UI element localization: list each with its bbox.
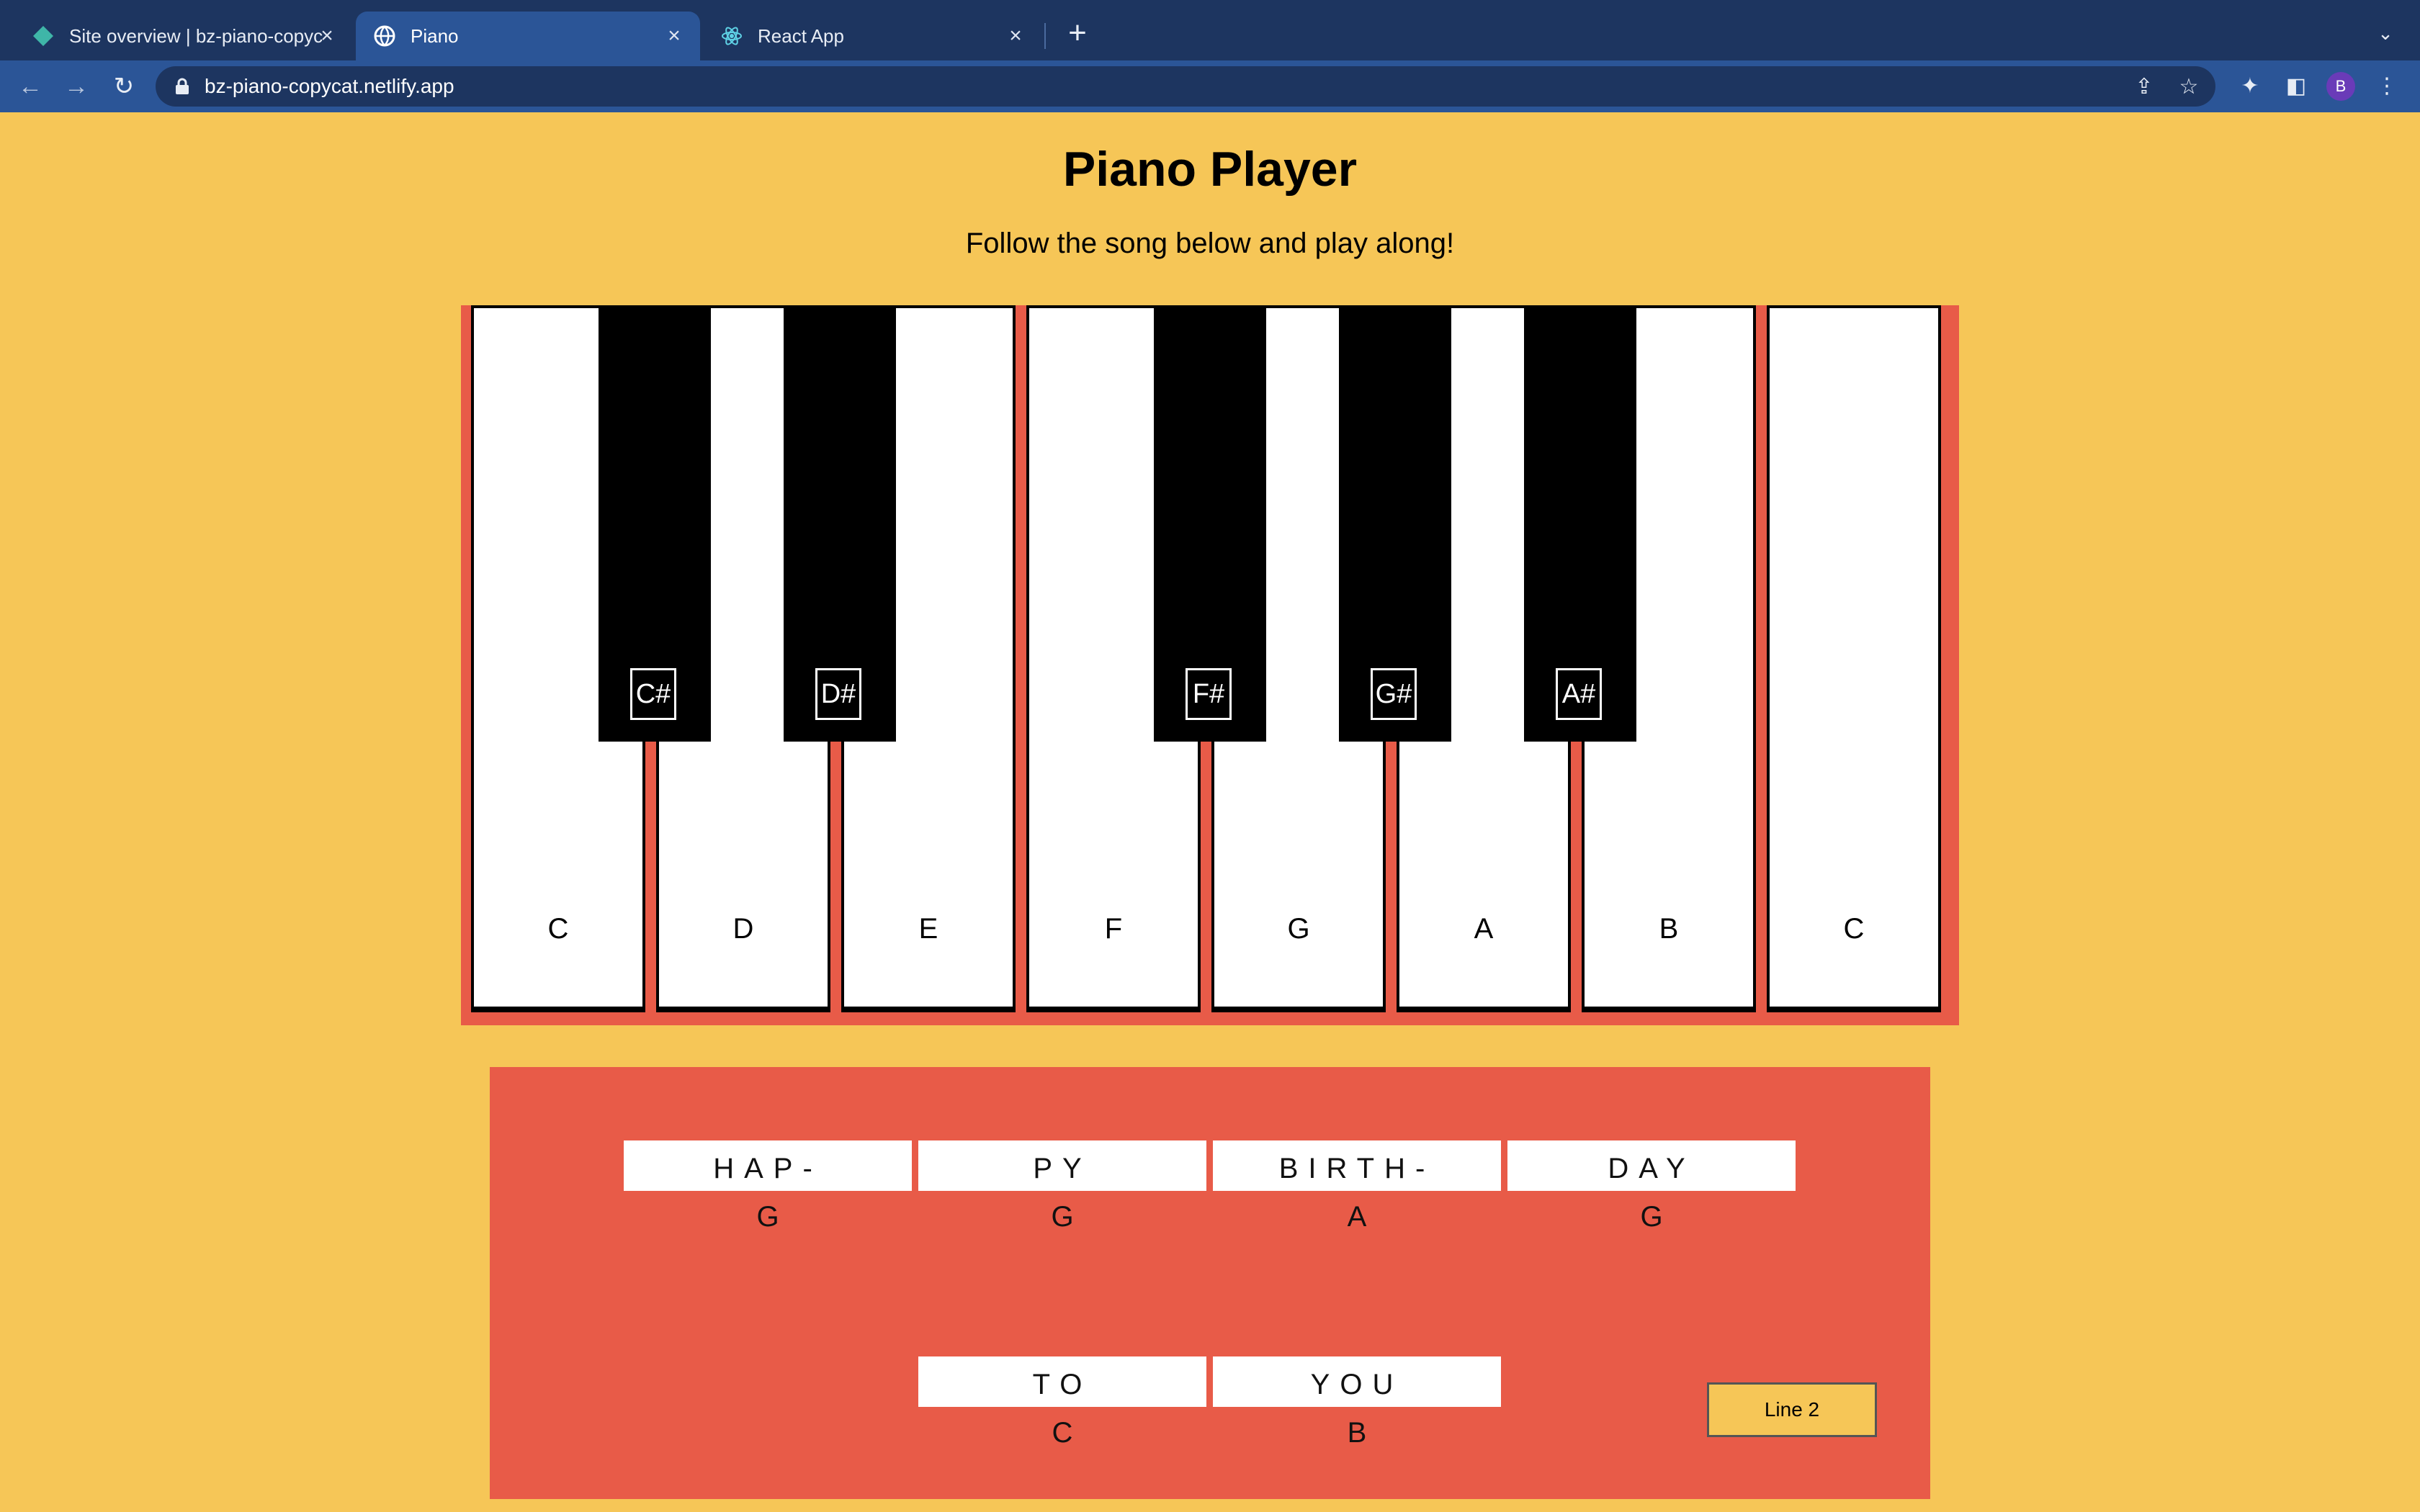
close-tab-icon[interactable]: ×: [314, 23, 340, 49]
chevron-down-icon[interactable]: ⌄: [2371, 19, 2400, 48]
new-tab-button[interactable]: +: [1062, 17, 1093, 49]
key-label: D: [732, 913, 754, 945]
black-key-d-sharp[interactable]: D#: [784, 305, 896, 742]
lyric-note: B: [1347, 1417, 1367, 1449]
close-tab-icon[interactable]: ×: [1003, 23, 1028, 49]
globe-icon: [374, 25, 395, 47]
react-atom-icon: [722, 27, 742, 45]
lyric-cell: TO C: [918, 1356, 1206, 1453]
key-label: A: [1474, 913, 1494, 945]
browser-tab-strip: Site overview | bz-piano-copyc × Piano ×…: [0, 0, 2420, 60]
black-key-g-sharp[interactable]: G#: [1339, 305, 1451, 742]
lyric-cell: BIRTH- A: [1213, 1140, 1501, 1237]
key-label: F#: [1186, 668, 1232, 720]
avatar[interactable]: B: [2326, 72, 2355, 101]
tab-title: React App: [758, 25, 844, 47]
close-tab-icon[interactable]: ×: [661, 23, 687, 49]
key-label: E: [918, 913, 938, 945]
netlify-diamond-icon: [33, 26, 53, 46]
lyric-cell: DAY G: [1507, 1140, 1796, 1237]
tab-title: Site overview | bz-piano-copyc: [69, 25, 323, 47]
black-key-f-sharp[interactable]: F#: [1154, 305, 1266, 742]
lyric-note: C: [1052, 1417, 1073, 1449]
lock-icon: [176, 78, 189, 94]
song-panel: HAP- G PY G BIRTH- A DAY G TO C YOU B Li…: [490, 1067, 1930, 1499]
key-label: A#: [1556, 668, 1602, 720]
black-key-a-sharp[interactable]: A#: [1524, 305, 1636, 742]
page-title: Piano Player: [1062, 142, 1358, 197]
lyric-syllable: TO: [918, 1356, 1206, 1407]
lyric-syllable: DAY: [1507, 1140, 1796, 1191]
bookmark-star-icon[interactable]: ☆: [2177, 75, 2201, 99]
forward-arrow-icon[interactable]: →: [60, 71, 92, 102]
key-label: G: [1287, 913, 1310, 945]
black-key-c-sharp[interactable]: C#: [599, 305, 711, 742]
extensions-puzzle-icon[interactable]: ✦: [2234, 71, 2266, 102]
piano-keyboard: C D E F G A B C C# D# F# G# A#: [461, 305, 1959, 1025]
key-label: B: [1659, 913, 1679, 945]
next-line-button[interactable]: Line 2: [1707, 1382, 1877, 1437]
share-icon[interactable]: ⇪: [2132, 75, 2156, 99]
lyric-syllable: BIRTH-: [1213, 1140, 1501, 1191]
lyric-cell: PY G: [918, 1140, 1206, 1237]
kebab-menu-icon[interactable]: ⋮: [2371, 71, 2403, 102]
white-key-c-high[interactable]: C: [1767, 305, 1941, 1012]
lyric-syllable: PY: [918, 1140, 1206, 1191]
lyric-cell: HAP- G: [624, 1140, 912, 1237]
key-label: C: [1843, 913, 1865, 945]
back-arrow-icon[interactable]: ←: [14, 71, 46, 102]
browser-toolbar: ← → ↻ bz-piano-copycat.netlify.app ⇪ ☆ ✦…: [0, 60, 2420, 112]
tab-react-app[interactable]: React App ×: [703, 12, 1041, 60]
lyric-cell: YOU B: [1213, 1356, 1501, 1453]
tab-title: Piano: [411, 25, 459, 47]
lyric-note: G: [1051, 1201, 1074, 1233]
key-label: C: [547, 913, 569, 945]
key-label: C#: [630, 668, 676, 720]
tab-piano[interactable]: Piano ×: [356, 12, 700, 60]
tab-site-overview[interactable]: Site overview | bz-piano-copyc ×: [14, 12, 353, 60]
key-label: G#: [1371, 668, 1417, 720]
lyric-note: A: [1347, 1201, 1367, 1233]
tab-separator: [1044, 23, 1046, 49]
address-bar[interactable]: bz-piano-copycat.netlify.app ⇪ ☆: [156, 66, 2215, 107]
key-label: D#: [815, 668, 861, 720]
lyric-syllable: HAP-: [624, 1140, 912, 1191]
page-subtitle: Follow the song below and play along!: [965, 228, 1455, 259]
lyric-note: G: [1640, 1201, 1663, 1233]
reload-icon[interactable]: ↻: [108, 71, 140, 102]
side-panel-icon[interactable]: ◧: [2280, 71, 2312, 102]
lyric-note: G: [756, 1201, 779, 1233]
url-text: bz-piano-copycat.netlify.app: [205, 75, 454, 97]
key-label: F: [1104, 913, 1123, 945]
lyric-syllable: YOU: [1213, 1356, 1501, 1407]
